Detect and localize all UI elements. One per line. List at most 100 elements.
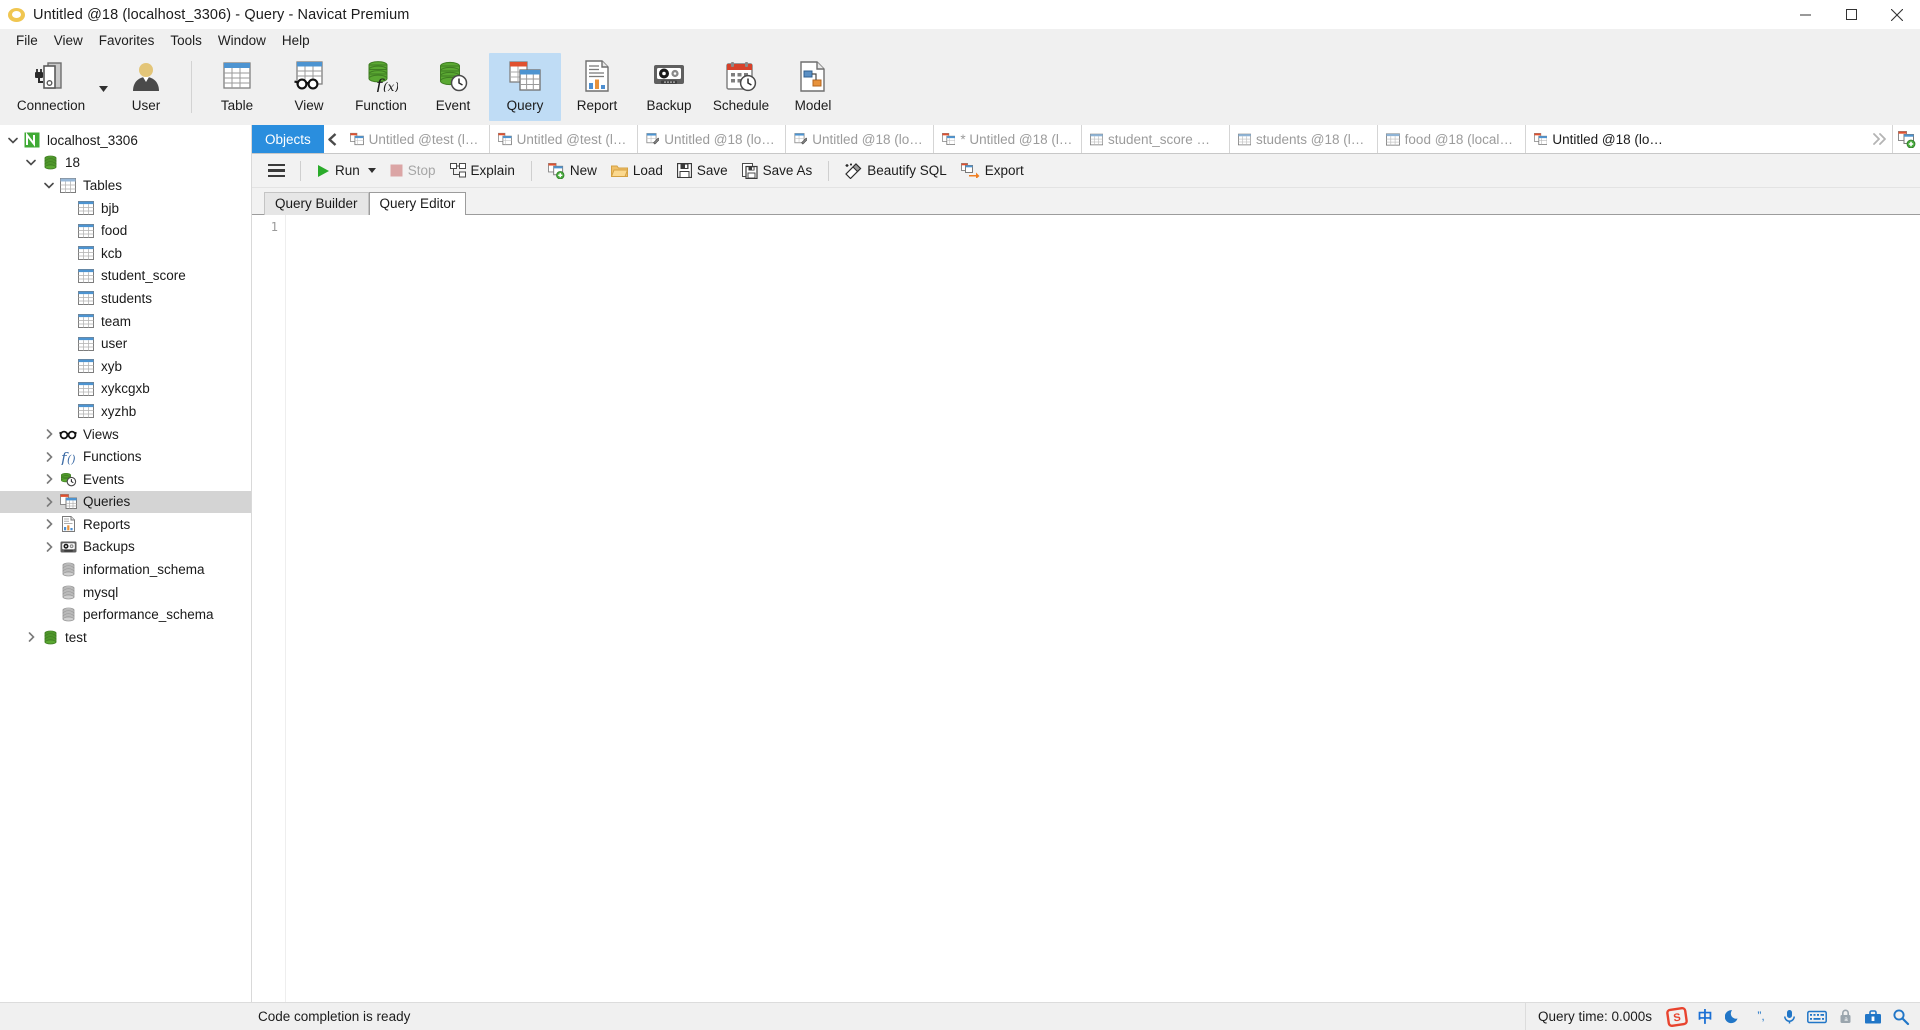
toolbox-icon[interactable] [1860, 1004, 1886, 1030]
subtab-query-editor[interactable]: Query Editor [368, 192, 467, 215]
chevron-right-icon[interactable] [22, 632, 40, 643]
tables-folder-icon [58, 177, 78, 193]
toolbar-button-view[interactable]: View [273, 53, 345, 121]
tree-item-functions[interactable]: f() Functions [0, 445, 251, 468]
connection-dropdown-caret[interactable] [96, 53, 110, 121]
lock-icon[interactable]: a [1832, 1004, 1858, 1030]
chevron-right-icon[interactable] [40, 519, 58, 530]
chevron-left-icon[interactable] [324, 125, 342, 153]
chevron-down-icon[interactable] [40, 182, 58, 189]
tree-item-backups[interactable]: Backups [0, 536, 251, 559]
new-query-tab-icon[interactable] [1892, 125, 1920, 153]
menu-window[interactable]: Window [210, 31, 274, 50]
subtab-query-builder[interactable]: Query Builder [264, 192, 369, 215]
toolbar-button-connection[interactable]: Connection [6, 53, 96, 121]
tree-item-performance_schema[interactable]: performance_schema [0, 603, 251, 626]
object-tree-sidebar[interactable]: localhost_3306 18 Tables bjb food kcb st… [0, 125, 252, 1002]
sogou-logo-icon[interactable]: S [1664, 1004, 1690, 1030]
table-icon [76, 201, 96, 216]
tree-item-tables[interactable]: Tables [0, 174, 251, 197]
menu-view[interactable]: View [46, 31, 91, 50]
main-body: localhost_3306 18 Tables bjb food kcb st… [0, 125, 1920, 1002]
toolbar-button-function[interactable]: f (x) Function [345, 53, 417, 121]
tree-item-student_score[interactable]: student_score [0, 265, 251, 288]
chevron-double-right-icon[interactable] [1868, 125, 1892, 153]
tree-item-mysql[interactable]: mysql [0, 581, 251, 604]
toolbar-button-table[interactable]: Table [201, 53, 273, 121]
tree-item-events[interactable]: Events [0, 468, 251, 491]
explain-button[interactable]: Explain [443, 160, 522, 181]
tree-item-kcb[interactable]: kcb [0, 242, 251, 265]
tab-untitled-test-2[interactable]: Untitled @test (loc... [489, 125, 638, 153]
menu-file[interactable]: File [8, 31, 46, 50]
microphone-icon[interactable] [1776, 1004, 1802, 1030]
hamburger-menu-icon[interactable] [262, 160, 291, 182]
toolbar-button-schedule[interactable]: Schedule [705, 53, 777, 121]
toolbar-button-user[interactable]: User [110, 53, 182, 121]
tab-student_score[interactable]: student_score @18... [1081, 125, 1230, 153]
menu-help[interactable]: Help [274, 31, 318, 50]
tab-untitled-18-modified[interactable]: * Untitled @18 (loc... [933, 125, 1082, 153]
new-button[interactable]: New [541, 160, 604, 182]
close-button[interactable] [1874, 0, 1920, 29]
sql-editor[interactable]: 1 [252, 214, 1920, 1002]
load-button[interactable]: Load [604, 160, 670, 181]
chevron-down-icon[interactable] [4, 137, 22, 144]
chinese-input-icon[interactable]: 中 [1692, 1004, 1718, 1030]
tree-item-students[interactable]: students [0, 287, 251, 310]
tree-item-team[interactable]: team [0, 310, 251, 333]
tab-untitled-18-2[interactable]: Untitled @18 (local... [785, 125, 934, 153]
tree-item-information_schema[interactable]: information_schema [0, 558, 251, 581]
tree-item-xyzhb[interactable]: xyzhb [0, 400, 251, 423]
menu-tools[interactable]: Tools [162, 31, 210, 50]
keyboard-icon[interactable] [1804, 1004, 1830, 1030]
tree-item-queries[interactable]: Queries [0, 490, 251, 514]
menu-favorites[interactable]: Favorites [91, 31, 163, 50]
tab-students[interactable]: students @18 (loca... [1229, 125, 1378, 153]
tree-item-bjb[interactable]: bjb [0, 197, 251, 220]
tab-untitled-test-1[interactable]: Untitled @test (loc... [341, 125, 490, 153]
chevron-right-icon[interactable] [40, 542, 58, 552]
settings-icon[interactable] [1888, 1004, 1914, 1030]
tree-item-food[interactable]: food [0, 219, 251, 242]
tree-item-xykcgxb[interactable]: xykcgxb [0, 378, 251, 401]
tree-item-views[interactable]: Views [0, 423, 251, 446]
chevron-right-icon[interactable] [40, 429, 58, 439]
chevron-right-icon[interactable] [40, 474, 58, 485]
maximize-button[interactable] [1828, 0, 1874, 29]
beautify-sql-button[interactable]: Beautify SQL [838, 160, 954, 182]
toolbar-button-report[interactable]: Report [561, 53, 633, 121]
open-tabs-container: Untitled @test (loc... Untitled @test (l… [341, 125, 1868, 153]
function-icon: f (x) [364, 59, 398, 93]
toolbar-button-backup[interactable]: Backup [633, 53, 705, 121]
stop-button[interactable]: Stop [383, 160, 443, 181]
minimize-button[interactable] [1782, 0, 1828, 29]
tree-item-user[interactable]: user [0, 332, 251, 355]
save-button[interactable]: Save [670, 160, 735, 181]
database-active-icon [40, 155, 60, 170]
export-button[interactable]: Export [954, 160, 1031, 181]
tree-label: Backups [83, 539, 135, 555]
tree-item-test[interactable]: test [0, 626, 251, 649]
tab-label: * Untitled @18 (loc... [960, 131, 1073, 147]
tree-item-localhost_3306[interactable]: localhost_3306 [0, 129, 251, 152]
chevron-down-icon[interactable] [22, 159, 40, 167]
tree-label: xykcgxb [101, 381, 150, 397]
tab-untitled-18-active[interactable]: Untitled @18 (local... [1525, 125, 1674, 153]
moon-icon[interactable] [1720, 1004, 1746, 1030]
punctuation-icon[interactable]: ”, [1748, 1004, 1774, 1030]
toolbar-button-model[interactable]: Model [777, 53, 849, 121]
tab-untitled-18-1[interactable]: Untitled @18 (local... [637, 125, 786, 153]
tab-objects[interactable]: Objects [252, 125, 324, 153]
save-as-button[interactable]: Save As [735, 160, 820, 182]
chevron-right-icon[interactable] [40, 496, 58, 507]
toolbar-button-event[interactable]: Event [417, 53, 489, 121]
run-button[interactable]: Run [310, 160, 383, 181]
toolbar-button-query[interactable]: Query [489, 53, 561, 121]
sql-code-area[interactable] [286, 215, 1920, 1002]
tree-item-xyb[interactable]: xyb [0, 355, 251, 378]
tree-item-18[interactable]: 18 [0, 152, 251, 175]
tab-food[interactable]: food @18 (localho... [1377, 125, 1526, 153]
tree-item-reports[interactable]: Reports [0, 513, 251, 536]
chevron-right-icon[interactable] [40, 451, 58, 462]
